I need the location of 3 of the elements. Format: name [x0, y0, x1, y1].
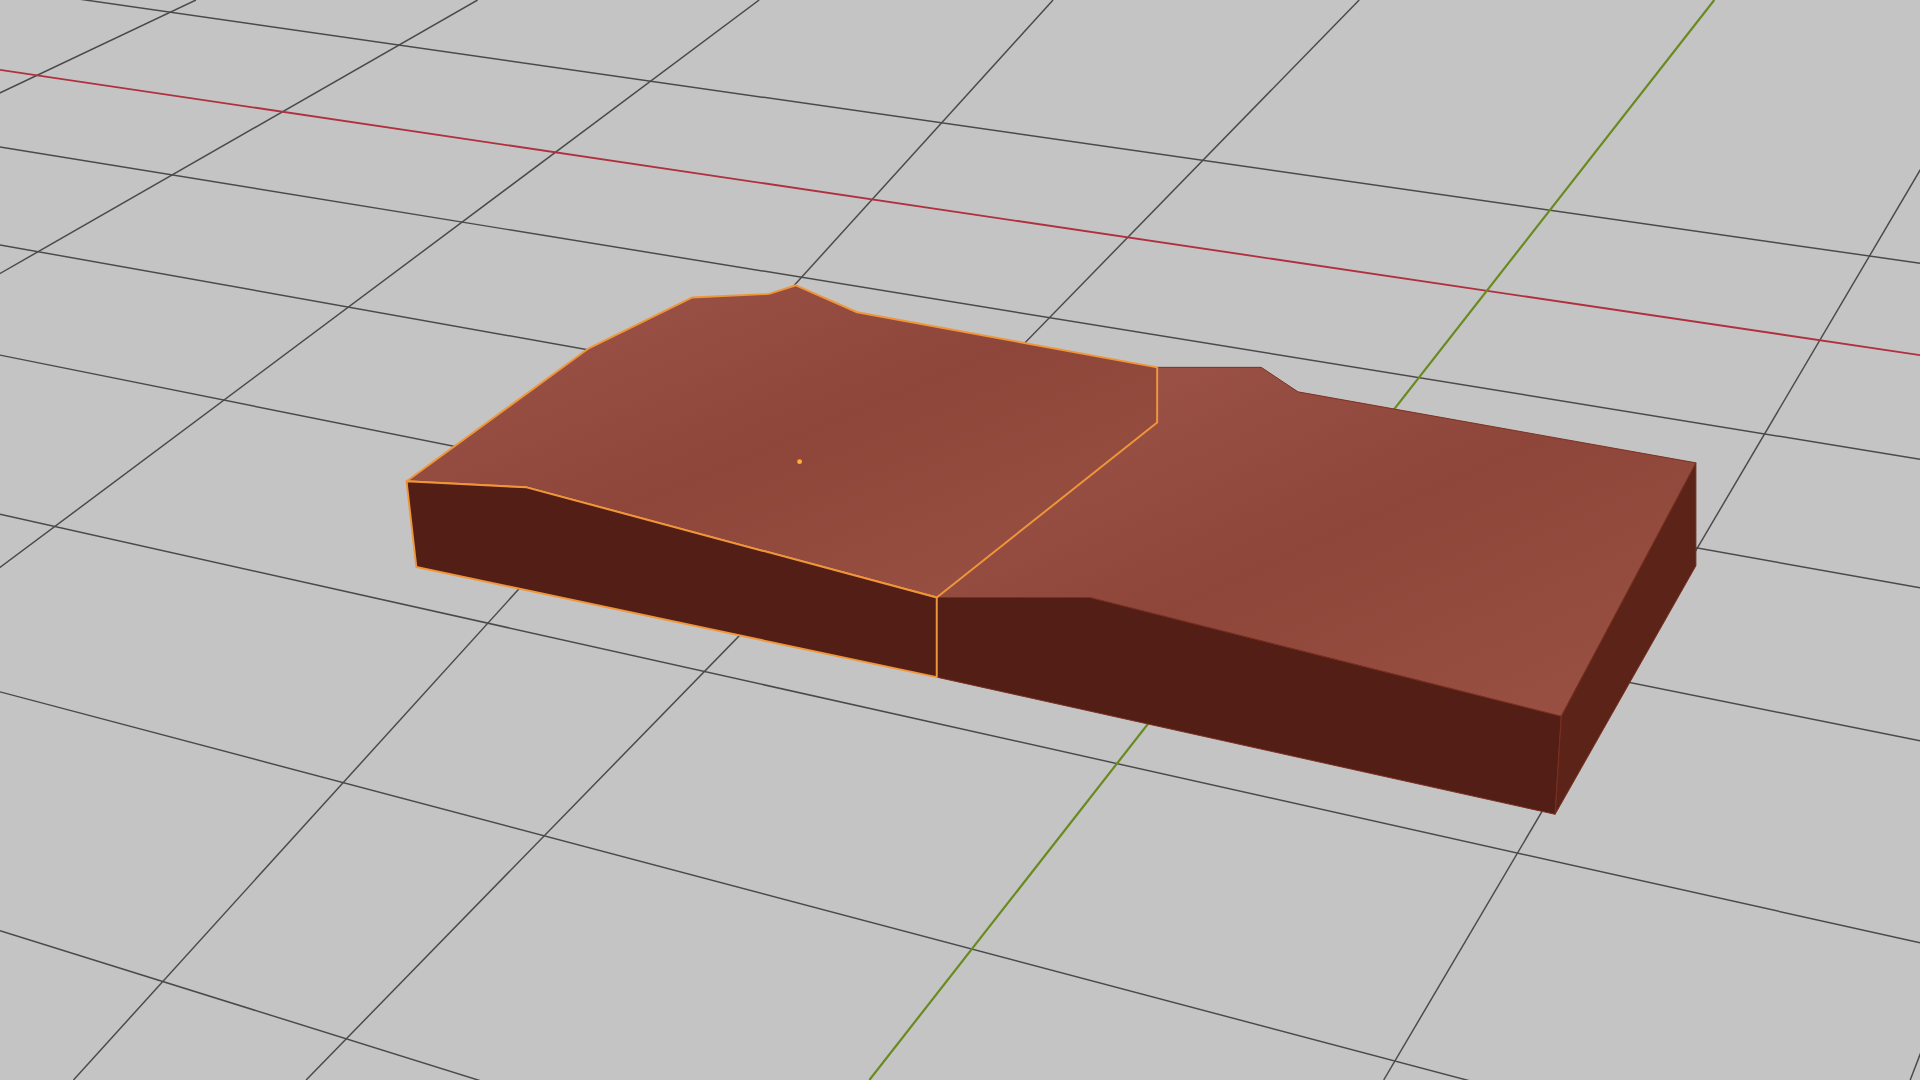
origin-point: [797, 459, 803, 465]
terrain-block[interactable]: [936, 366, 1697, 815]
terrain-block[interactable]: [405, 284, 1159, 679]
